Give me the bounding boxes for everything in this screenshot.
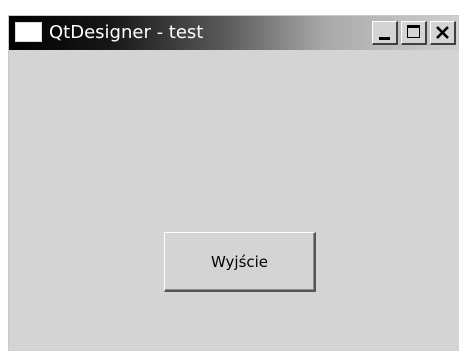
close-icon xyxy=(436,26,449,39)
maximize-icon xyxy=(407,25,420,38)
app-window: QtDesigner - test Wyjście xyxy=(8,15,459,351)
close-button[interactable] xyxy=(430,21,456,45)
minimize-button[interactable] xyxy=(372,21,398,45)
window-title: QtDesigner - test xyxy=(49,22,204,43)
maximize-button[interactable] xyxy=(401,21,427,45)
minimize-icon xyxy=(379,37,390,40)
title-bar[interactable]: QtDesigner - test xyxy=(9,16,459,50)
exit-button[interactable]: Wyjście xyxy=(164,232,316,292)
window-icon[interactable] xyxy=(15,22,42,42)
